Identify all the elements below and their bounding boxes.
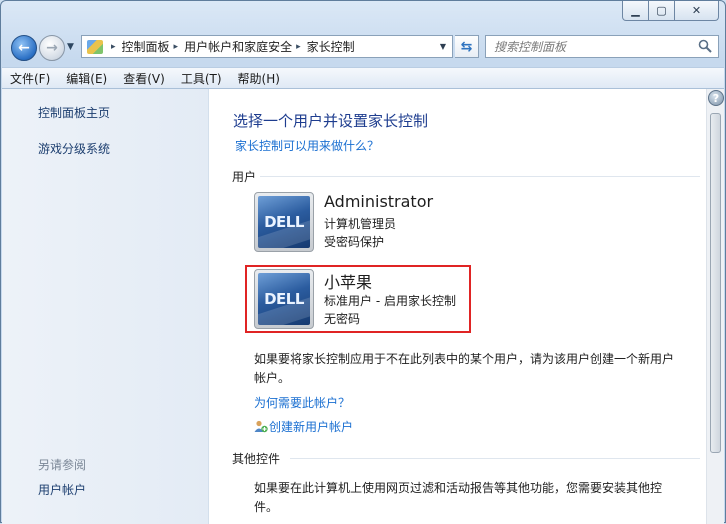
create-account-note: 如果要将家长控制应用于不在此列表中的某个用户，请为该用户创建一个新用户帐户。 <box>254 352 675 385</box>
close-button[interactable]: ✕ <box>675 1 719 21</box>
avatar: DELL <box>254 269 314 329</box>
refresh-icon: ⇆ <box>460 38 473 55</box>
content-area: 控制面板主页 游戏分级系统 另请参阅 用户帐户 选择一个用户并设置家长控制 家长… <box>2 89 724 524</box>
what-is-parental-controls-link[interactable]: 家长控制可以用来做什么？ <box>235 137 379 154</box>
forward-arrow-icon: → <box>46 40 58 56</box>
help-icon[interactable]: ? <box>708 90 724 106</box>
breadcrumb-separator-icon[interactable]: ▸ <box>296 42 301 52</box>
recent-pages-dropdown[interactable]: ▼ <box>67 42 74 52</box>
menu-tools[interactable]: 工具(T) <box>181 70 222 87</box>
back-button[interactable]: ← <box>11 35 37 61</box>
forward-button[interactable]: → <box>39 35 65 61</box>
sidebar-link-game-ratings[interactable]: 游戏分级系统 <box>38 140 110 157</box>
back-arrow-icon: ← <box>18 40 30 56</box>
menu-file[interactable]: 文件(F) <box>10 70 50 87</box>
dell-logo-icon: DELL <box>264 213 304 231</box>
why-need-account-link[interactable]: 为何需要此帐户？ <box>254 394 350 411</box>
breadcrumb-separator-icon[interactable]: ▸ <box>111 42 116 52</box>
user-name: Administrator <box>324 192 434 211</box>
window: ▁ ▢ ✕ ← → ▼ ▸ 控制面板 ▸ 用户帐户和家庭安全 ▸ 家长控制 ▼ … <box>0 0 726 524</box>
other-controls-heading: 其他控件 <box>232 452 281 466</box>
other-controls-note: 如果要在此计算机上使用网页过滤和活动报告等其他功能，您需要安装其他控件。 <box>254 481 663 514</box>
user-role: 标准用户 - 启用家长控制 <box>324 294 456 308</box>
dell-logo-icon: DELL <box>264 290 304 308</box>
refresh-button[interactable]: ⇆ <box>455 35 479 58</box>
avatar: DELL <box>254 192 314 252</box>
maximize-button[interactable]: ▢ <box>649 1 675 21</box>
search-icon[interactable] <box>698 39 712 53</box>
search-box[interactable] <box>485 35 719 58</box>
minimize-button[interactable]: ▁ <box>622 1 649 21</box>
section-divider <box>260 176 700 177</box>
sidebar-link-user-accounts[interactable]: 用户帐户 <box>38 481 86 498</box>
users-section-heading: 用户 <box>232 170 257 184</box>
menu-view[interactable]: 查看(V) <box>123 70 165 87</box>
user-password-status: 受密码保护 <box>324 235 385 249</box>
breadcrumb-user-accounts[interactable]: 用户帐户和家庭安全 <box>184 38 292 55</box>
page-title: 选择一个用户并设置家长控制 <box>233 112 429 130</box>
address-dropdown-icon[interactable]: ▼ <box>440 42 446 51</box>
user-role: 计算机管理员 <box>324 217 397 231</box>
sidebar-link-control-panel-home[interactable]: 控制面板主页 <box>38 104 110 121</box>
create-user-account-label: 创建新用户帐户 <box>269 420 354 434</box>
breadcrumb-separator-icon[interactable]: ▸ <box>174 42 179 52</box>
menu-help[interactable]: 帮助(H) <box>238 70 280 87</box>
navigation-bar: ← → ▼ ▸ 控制面板 ▸ 用户帐户和家庭安全 ▸ 家长控制 ▼ ⇆ <box>9 32 719 62</box>
control-panel-icon <box>87 39 103 54</box>
breadcrumb-control-panel[interactable]: 控制面板 <box>122 38 170 55</box>
user-tile-xiaopingguo[interactable]: DELL 小苹果 标准用户 - 启用家长控制 无密码 <box>254 269 474 331</box>
user-tile-administrator[interactable]: DELL Administrator 计算机管理员 受密码保护 <box>254 192 474 254</box>
create-user-account-link[interactable]: 创建新用户帐户 <box>254 418 353 435</box>
caption-buttons: ▁ ▢ ✕ <box>622 1 719 21</box>
see-also-heading: 另请参阅 <box>38 458 87 472</box>
user-password-status: 无密码 <box>324 312 361 326</box>
breadcrumb-parental-controls[interactable]: 家长控制 <box>307 38 355 55</box>
scrollbar-thumb[interactable] <box>710 113 721 453</box>
vertical-scrollbar[interactable]: ? <box>706 89 724 524</box>
user-name: 小苹果 <box>324 273 373 292</box>
add-user-icon <box>254 420 268 433</box>
search-input[interactable] <box>494 39 694 54</box>
sidebar: 控制面板主页 游戏分级系统 另请参阅 用户帐户 <box>2 89 209 524</box>
section-divider <box>290 458 700 459</box>
address-bar[interactable]: ▸ 控制面板 ▸ 用户帐户和家庭安全 ▸ 家长控制 ▼ <box>81 35 453 58</box>
menu-bar: 文件(F) 编辑(E) 查看(V) 工具(T) 帮助(H) <box>2 67 724 89</box>
main-panel: 选择一个用户并设置家长控制 家长控制可以用来做什么？ 用户 DELL Admin… <box>210 89 706 524</box>
menu-edit[interactable]: 编辑(E) <box>66 70 107 87</box>
